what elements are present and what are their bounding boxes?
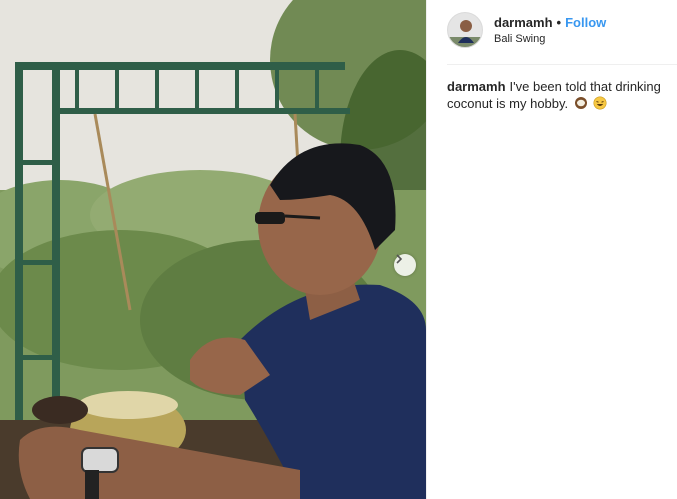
next-photo-button[interactable] [394, 254, 416, 276]
separator-dot: • [556, 15, 562, 30]
post-caption: darmamh I've been told that drinking coco… [447, 78, 673, 114]
post-header: darmamh • Follow Bali Swing [447, 12, 677, 48]
avatar-image [448, 13, 482, 47]
chevron-right-icon [396, 254, 403, 264]
laughing-emoji-icon [593, 96, 607, 114]
caption-username[interactable]: darmamh [447, 79, 506, 94]
follow-button[interactable]: Follow [565, 15, 606, 30]
post-side-panel: darmamh • Follow Bali Swing darmamh I've … [426, 0, 677, 499]
avatar[interactable] [447, 12, 483, 48]
location-link[interactable]: Bali Swing [494, 33, 606, 45]
header-divider [447, 64, 677, 65]
photo-illustration [0, 0, 426, 499]
header-text: darmamh • Follow Bali Swing [494, 15, 606, 45]
coconut-emoji-icon [574, 96, 588, 114]
header-line: darmamh • Follow [494, 15, 606, 30]
post-photo[interactable] [0, 0, 426, 499]
username-link[interactable]: darmamh [494, 15, 553, 30]
